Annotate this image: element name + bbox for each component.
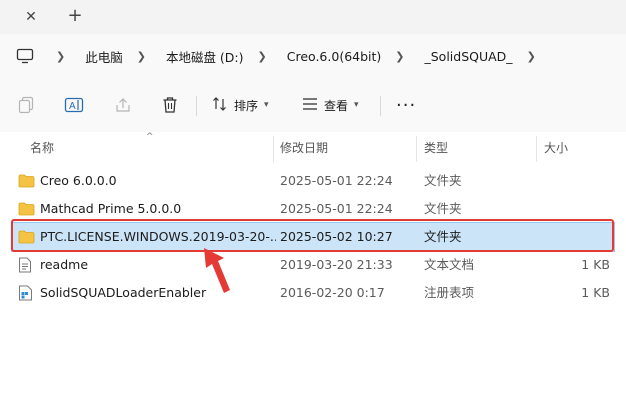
chevron-right-icon[interactable]: ❯ (137, 50, 146, 63)
text-file-icon (18, 251, 36, 279)
breadcrumb-solidsquad[interactable]: _SolidSQUAD_ (421, 49, 517, 64)
file-type: 注册表项 (424, 285, 475, 300)
folder-icon (18, 167, 36, 195)
file-date: 2025-05-01 22:24 (280, 173, 393, 188)
file-size: 1 KB (581, 285, 610, 300)
file-type: 文本文档 (424, 257, 475, 272)
toolbar-divider (196, 96, 197, 116)
file-row[interactable]: SolidSQUADLoaderEnabler 2016-02-20 0:17 … (12, 279, 614, 307)
file-name: readme (40, 257, 89, 272)
file-row[interactable]: readme 2019-03-20 21:33 文本文档 1 KB (12, 251, 614, 279)
file-date: 2019-03-20 21:33 (280, 257, 393, 272)
folder-row[interactable]: Creo 6.0.0.0 2025-05-01 22:24 文件夹 (12, 167, 614, 195)
breadcrumb: ❯ 此电脑 ❯ 本地磁盘 (D:) ❯ Creo.6.0(64bit) ❯ _S… (16, 44, 552, 68)
view-button[interactable]: 查看 ▾ (302, 94, 359, 116)
column-type[interactable]: 类型 (416, 132, 536, 164)
file-size (542, 167, 610, 195)
chevron-down-icon: ▾ (264, 100, 269, 110)
breadcrumb-creo[interactable]: Creo.6.0(64bit) (283, 49, 386, 64)
computer-icon[interactable] (16, 47, 34, 65)
rename-icon[interactable]: A (64, 94, 84, 116)
breadcrumb-this-pc[interactable]: 此电脑 (81, 47, 127, 66)
chevron-right-icon[interactable]: ❯ (258, 50, 267, 63)
svg-text:A: A (69, 101, 76, 112)
column-name[interactable]: 名称 (22, 132, 272, 164)
more-icon[interactable]: ··· (396, 94, 416, 116)
file-date: 2016-02-20 0:17 (280, 285, 385, 300)
breadcrumb-local-disk[interactable]: 本地磁盘 (D:) (162, 47, 248, 66)
column-date[interactable]: 修改日期 (272, 132, 416, 164)
registry-file-icon (18, 279, 36, 307)
annotation-highlight-box (11, 219, 614, 252)
annotation-arrow-icon (204, 248, 230, 293)
tab-bar: ✕ + (0, 0, 626, 34)
chevron-right-icon[interactable]: ❯ (527, 50, 536, 63)
command-bar: A 排序 ▾ 查看 ▾ ··· (0, 78, 626, 133)
share-icon[interactable] (114, 94, 132, 116)
chevron-down-icon: ▾ (354, 100, 359, 110)
file-type: 文件夹 (424, 173, 462, 188)
file-name: Creo 6.0.0.0 (40, 173, 117, 188)
column-header: ^ 名称 修改日期 类型 大小 (0, 132, 626, 164)
copy-icon[interactable] (18, 94, 34, 116)
trash-icon[interactable] (162, 94, 178, 116)
toolbar-divider (380, 96, 381, 116)
file-size: 1 KB (581, 257, 610, 272)
file-name: SolidSQUADLoaderEnabler (40, 285, 207, 300)
sort-button[interactable]: 排序 ▾ (212, 94, 269, 116)
address-bar: ❯ 此电脑 ❯ 本地磁盘 (D:) ❯ Creo.6.0(64bit) ❯ _S… (0, 34, 626, 78)
chevron-right-icon[interactable]: ❯ (395, 50, 404, 63)
view-icon (302, 97, 318, 114)
chevron-right-icon[interactable]: ❯ (56, 50, 65, 63)
close-icon[interactable]: ✕ (22, 8, 40, 26)
sort-icon (212, 96, 228, 115)
file-list: ^ 名称 修改日期 类型 大小 Creo 6.0.0.0 2025-05-01 … (0, 132, 626, 408)
plus-icon[interactable]: + (66, 7, 84, 25)
view-label: 查看 (324, 98, 349, 113)
column-size[interactable]: 大小 (536, 132, 626, 164)
sort-label: 排序 (234, 98, 259, 113)
